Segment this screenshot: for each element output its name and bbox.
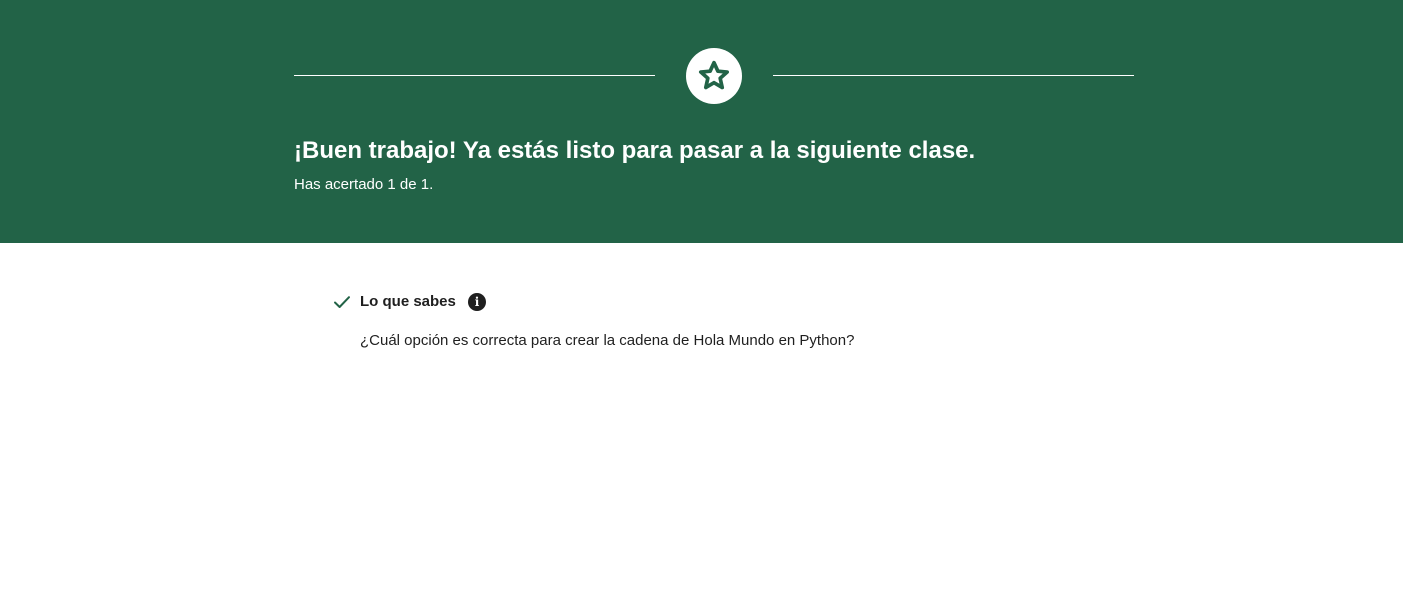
star-badge bbox=[686, 48, 742, 104]
banner-divider-left bbox=[294, 75, 655, 76]
star-icon bbox=[697, 59, 731, 93]
success-banner: ¡Buen trabajo! Ya estás listo para pasar… bbox=[0, 0, 1403, 243]
section-title: Lo que sabes bbox=[360, 293, 456, 310]
banner-divider-right bbox=[773, 75, 1134, 76]
score-text: Has acertado 1 de 1. bbox=[294, 176, 434, 193]
check-icon bbox=[333, 294, 351, 310]
info-icon[interactable]: i bbox=[468, 293, 486, 311]
success-headline: ¡Buen trabajo! Ya estás listo para pasar… bbox=[294, 137, 976, 164]
question-text: ¿Cuál opción es correcta para crear la c… bbox=[360, 332, 855, 349]
